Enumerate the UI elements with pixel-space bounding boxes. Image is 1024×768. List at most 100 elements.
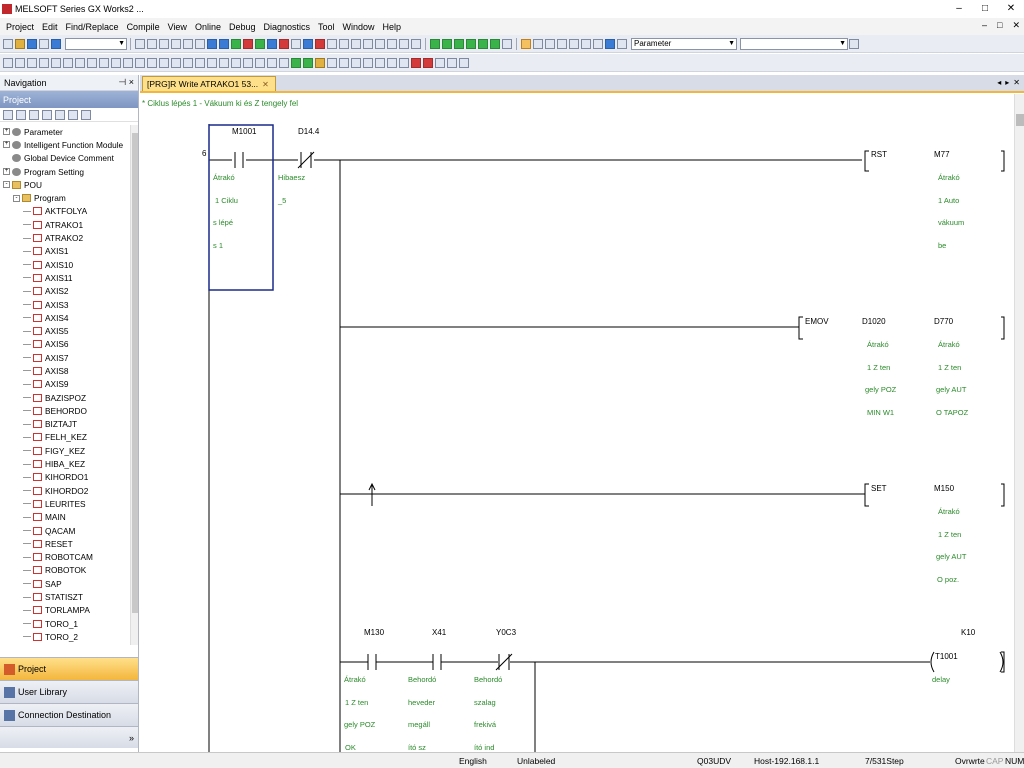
tree-scrollbar[interactable] [130, 125, 138, 645]
contact-m130[interactable]: M130 Átrakó 1 Z ten gely POZ OK [344, 628, 385, 752]
delete-line-icon[interactable] [219, 57, 229, 68]
menu-project[interactable]: Project [2, 22, 38, 32]
tree-item[interactable]: STATISZT [0, 590, 130, 603]
menu-compile[interactable]: Compile [123, 22, 164, 32]
delete-vertical-line-icon[interactable] [111, 57, 121, 68]
parallel-closed-contact-icon[interactable] [39, 57, 49, 68]
tree-item[interactable]: BEHORDO [0, 404, 130, 417]
cut-icon[interactable] [135, 38, 145, 49]
sfc-icon[interactable] [442, 38, 452, 49]
close-button[interactable]: ✕ [998, 0, 1024, 16]
nav-tool-icon[interactable] [3, 109, 13, 120]
open-project-icon[interactable] [15, 38, 25, 49]
nav-tool-icon[interactable] [16, 109, 26, 120]
tree-item[interactable]: TORO_1 [0, 617, 130, 630]
properties-icon[interactable] [593, 38, 603, 49]
collapse-icon[interactable]: - [3, 181, 10, 189]
instruction-rst[interactable]: RST M77 Átrakó 1 Auto vákuum be [864, 150, 964, 250]
coil-t1001[interactable]: T1001 K10 delay [930, 628, 1004, 684]
instruction-set[interactable]: SET M150 Átrakó 1 Z ten gely AUT O poz. [864, 483, 967, 584]
tree-item[interactable]: ROBOTOK [0, 564, 130, 577]
tree-item[interactable]: + Program Setting [0, 165, 130, 178]
contact-d14-4[interactable]: D14.4 Hibaesz _5 [277, 127, 320, 205]
tree-item[interactable]: + Parameter [0, 125, 130, 138]
comment-edit-icon[interactable] [255, 57, 265, 68]
print-icon[interactable] [39, 38, 49, 49]
replace-icon[interactable] [399, 57, 409, 68]
coil-icon[interactable] [51, 57, 61, 68]
tree-item[interactable]: HIBA_KEZ [0, 457, 130, 470]
contact-x41[interactable]: X41 Behordó heveder megáll ító sz [408, 628, 447, 752]
contact-y0c3[interactable]: Y0C3 Behordó szalag frekivá ító ind [474, 628, 517, 752]
marker-icon[interactable] [423, 57, 433, 68]
watch-icon[interactable] [303, 38, 313, 49]
tab-scroll-left-icon[interactable]: ◂ [997, 78, 1001, 87]
mdi-close-button[interactable]: ✕ [1012, 20, 1020, 31]
menu-view[interactable]: View [164, 22, 191, 32]
falling-pulse-icon[interactable] [135, 57, 145, 68]
operation-result-falling-icon[interactable] [195, 57, 205, 68]
copy-icon[interactable] [147, 38, 157, 49]
tree-item[interactable]: Global Device Comment [0, 152, 130, 165]
toolbar-combo[interactable]: ▼ [65, 37, 127, 50]
vertical-line-icon[interactable] [87, 57, 97, 68]
read-plc-icon[interactable] [255, 38, 265, 49]
layout-icon[interactable] [411, 38, 421, 49]
menu-window[interactable]: Window [339, 22, 379, 32]
options-icon[interactable] [351, 38, 361, 49]
device-batch-icon[interactable] [291, 38, 301, 49]
delete-icon[interactable] [195, 38, 205, 49]
monitor-write-mode-icon[interactable] [327, 57, 337, 68]
mdi-minimize-button[interactable]: – [982, 20, 987, 31]
diagnostics-icon[interactable] [339, 38, 349, 49]
fb-icon[interactable] [490, 38, 500, 49]
tree-item[interactable]: + Intelligent Function Module [0, 138, 130, 151]
menu-find-replace[interactable]: Find/Replace [62, 22, 123, 32]
nav-tool-icon[interactable] [42, 109, 52, 120]
tree-item[interactable]: AKTFOLYA [0, 205, 130, 218]
tree-item[interactable]: FIGY_KEZ [0, 444, 130, 457]
paste-icon[interactable] [159, 38, 169, 49]
menu-online[interactable]: Online [191, 22, 225, 32]
fbd-icon[interactable] [466, 38, 476, 49]
online-change-icon[interactable] [315, 38, 325, 49]
instruction-emov[interactable]: EMOV D1020 D770 Átrakó 1 Z ten gely POZ … [798, 316, 969, 417]
bookmark-icon[interactable] [435, 57, 445, 68]
secondary-combo[interactable]: ▼ [740, 37, 848, 50]
tree-item[interactable]: ATRAKO2 [0, 231, 130, 244]
configure-buttons-icon[interactable]: » [129, 733, 134, 743]
expand-icon[interactable]: + [3, 168, 10, 176]
tool-icon[interactable] [327, 38, 337, 49]
scrollbar-thumb[interactable] [1016, 114, 1024, 126]
maximize-button[interactable]: □ [972, 0, 998, 16]
application-instruction-icon[interactable] [63, 57, 73, 68]
close-tab-icon[interactable]: ✕ [262, 80, 269, 89]
write-mode-icon[interactable] [291, 57, 301, 68]
save-project-icon[interactable] [27, 38, 37, 49]
user-library-button[interactable]: User Library [0, 680, 138, 703]
parallel-falling-pulse-icon[interactable] [159, 57, 169, 68]
tree-item[interactable]: AXIS10 [0, 258, 130, 271]
label-icon[interactable] [478, 38, 488, 49]
draw-line-icon[interactable] [207, 57, 217, 68]
cross-reference-icon[interactable] [545, 38, 555, 49]
nav-tool-icon[interactable] [29, 109, 39, 120]
st-icon[interactable] [454, 38, 464, 49]
nav-tool-icon[interactable] [81, 109, 91, 120]
read-mode-icon[interactable] [303, 57, 313, 68]
help-icon[interactable] [51, 38, 61, 49]
monitor-mode-icon[interactable] [315, 57, 325, 68]
close-window-icon[interactable]: ✕ [1013, 78, 1020, 87]
tree-item[interactable]: AXIS2 [0, 285, 130, 298]
tree-item[interactable]: ROBOTCAM [0, 551, 130, 564]
tree-item[interactable]: KIHORDO1 [0, 471, 130, 484]
horizontal-line-icon[interactable] [75, 57, 85, 68]
print-preview-icon[interactable] [375, 57, 385, 68]
rising-pulse-icon[interactable] [123, 57, 133, 68]
tree-item[interactable]: BIZTAJT [0, 418, 130, 431]
structure-icon[interactable] [502, 38, 512, 49]
magnifier-icon[interactable] [459, 57, 469, 68]
closed-contact-icon[interactable] [27, 57, 37, 68]
expand-icon[interactable]: + [3, 128, 10, 136]
active-tool-icon[interactable] [411, 57, 421, 68]
